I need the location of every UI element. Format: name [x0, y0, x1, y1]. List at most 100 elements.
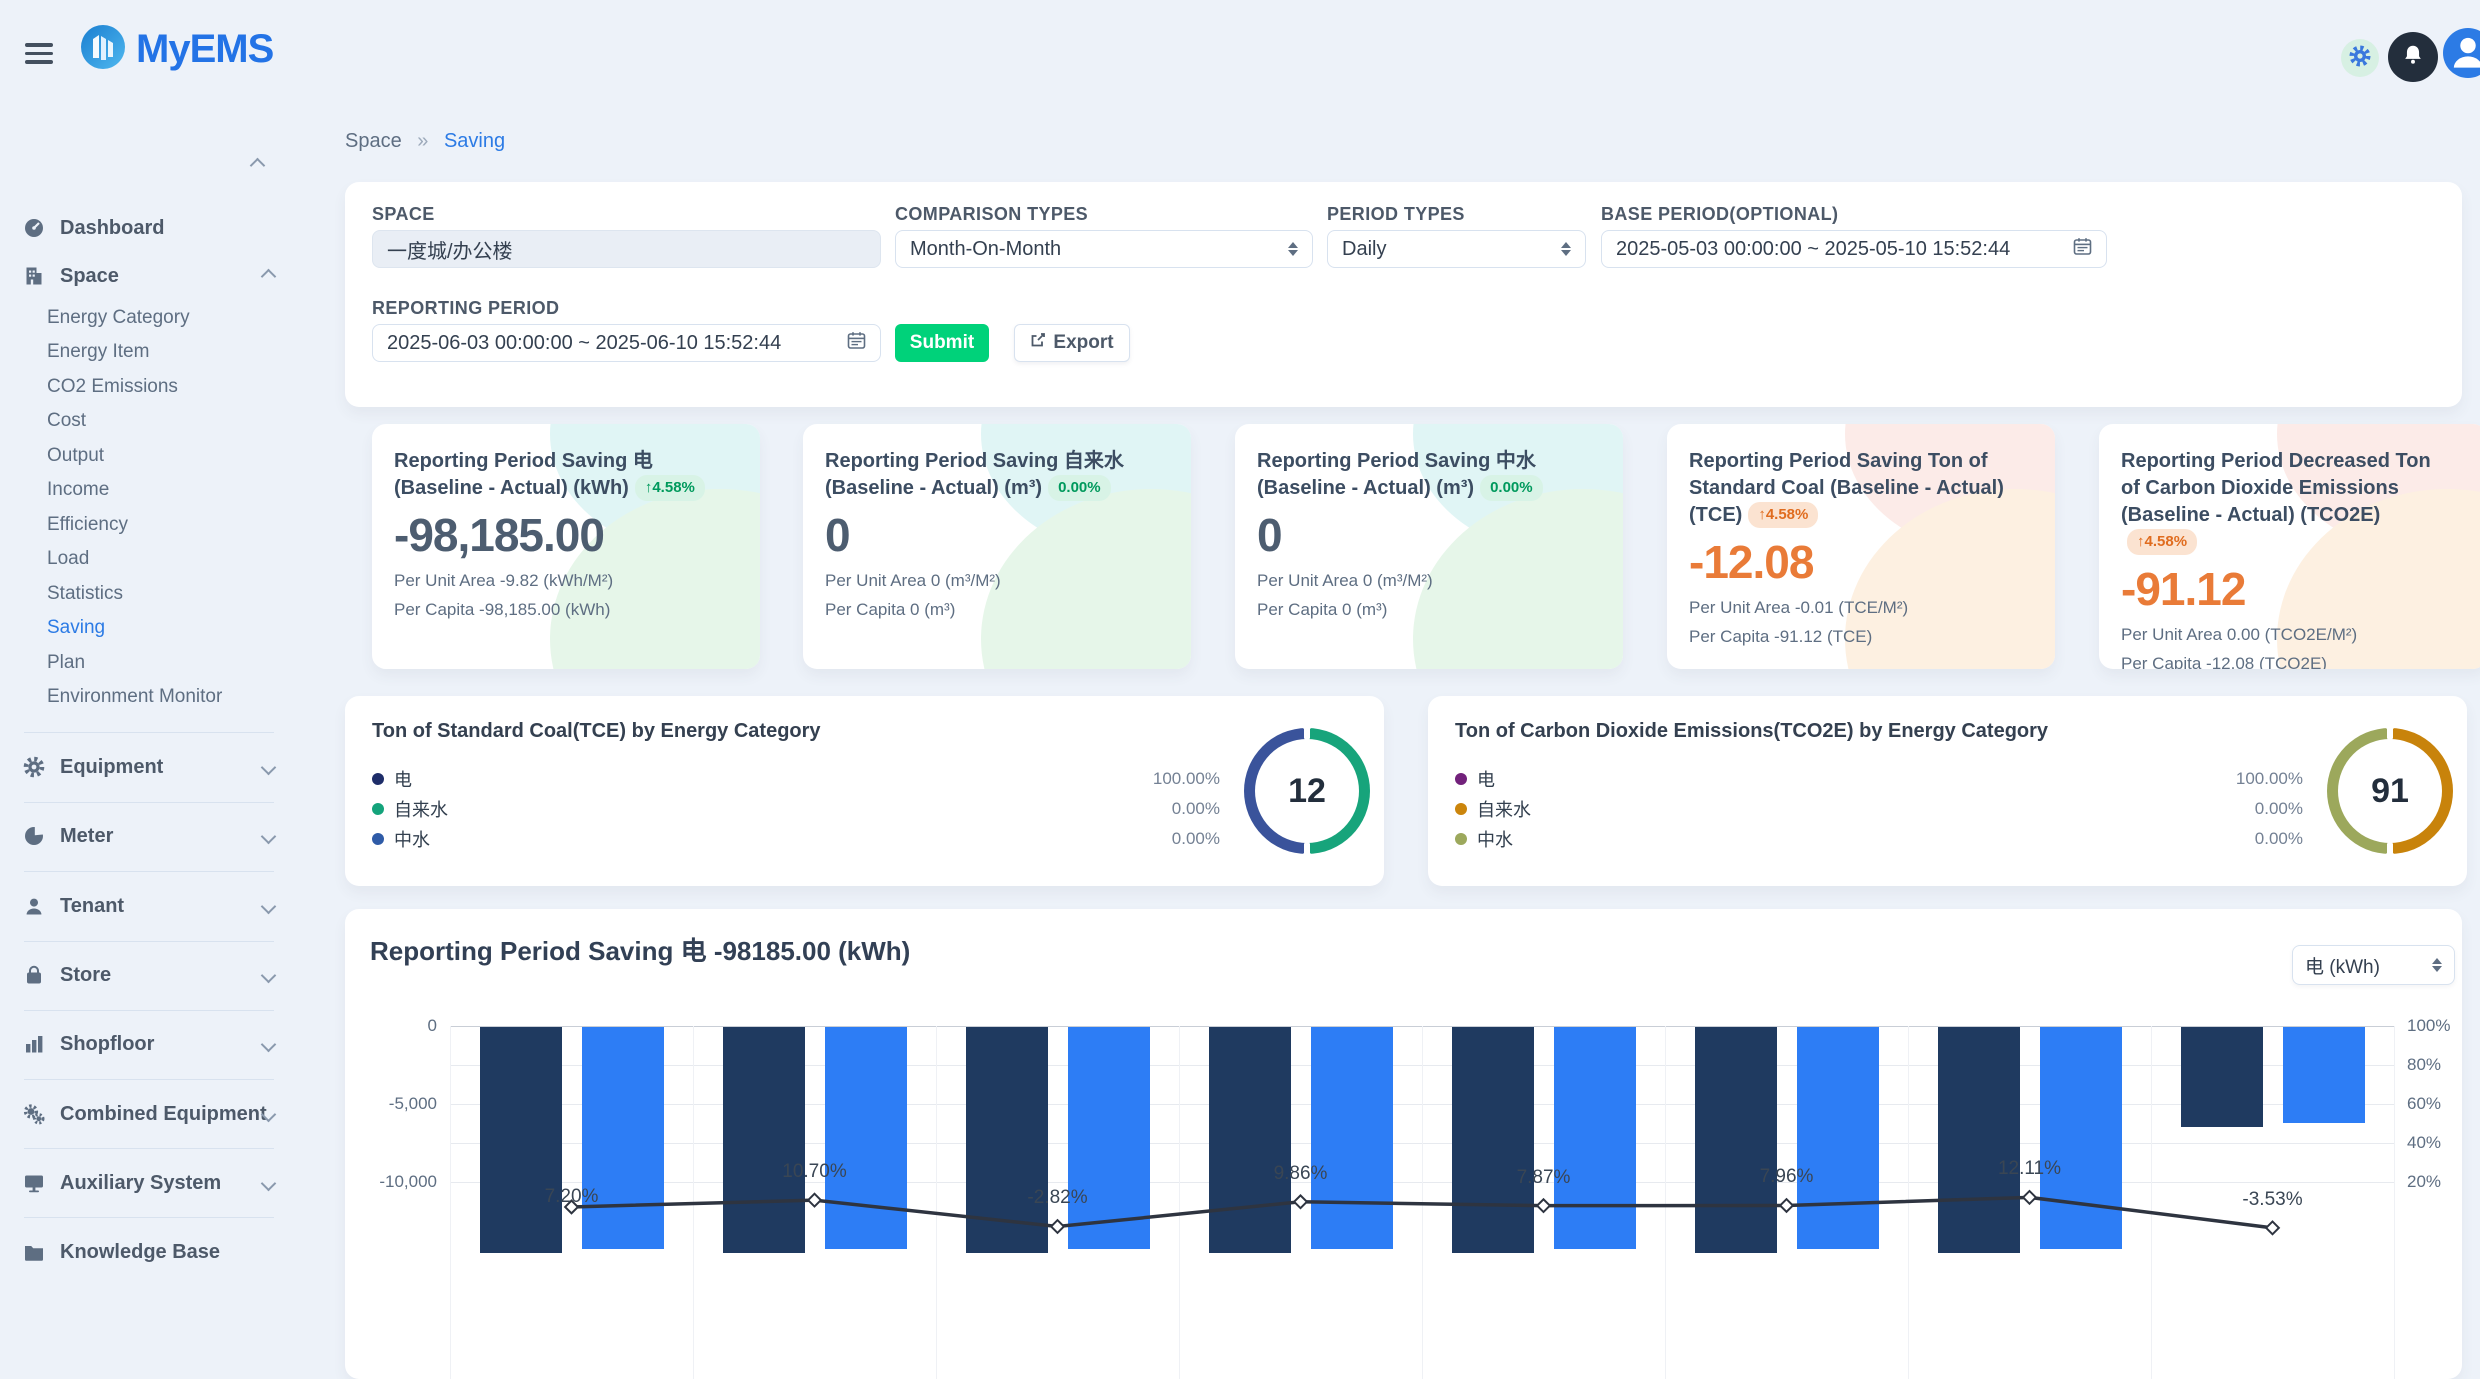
- line-marker: [808, 1194, 821, 1207]
- bell-icon: [2400, 42, 2426, 73]
- settings-gear-button[interactable]: [2341, 39, 2379, 77]
- divider: [24, 1010, 274, 1011]
- stat-card-title: Reporting Period Saving 中水 (Baseline - A…: [1257, 448, 1587, 502]
- brand-name: MyEMS: [136, 27, 273, 72]
- chevron-down-icon: [261, 898, 277, 914]
- person-icon: [2443, 28, 2480, 78]
- sidebar-item-space[interactable]: Space: [22, 256, 280, 296]
- sidebar-item-equipment[interactable]: Equipment: [22, 747, 280, 787]
- comparison-types-value: Month-On-Month: [910, 238, 1061, 261]
- comparison-types-select[interactable]: Month-On-Month: [895, 230, 1313, 268]
- sidebar-item-load[interactable]: Load: [47, 544, 277, 574]
- rate-label-6: 12.11%: [1998, 1158, 2061, 1180]
- building-icon: [22, 264, 46, 288]
- saving-bar-chart-card: Reporting Period Saving 电 -98185.00 (kWh…: [345, 909, 2462, 1379]
- stat-card-title: Reporting Period Saving 电 (Baseline - Ac…: [394, 448, 724, 502]
- legend-percentages: 100.00%0.00%0.00%: [2163, 764, 2303, 854]
- stat-card-value: 0: [1257, 508, 1587, 562]
- per-unit-area: Per Unit Area -9.82 (kWh/M²): [394, 571, 724, 591]
- donut-chart-title: Ton of Standard Coal(TCE) by Energy Cate…: [372, 720, 821, 743]
- submit-button[interactable]: Submit: [895, 324, 989, 362]
- per-capita: Per Capita -98,185.00 (kWh): [394, 600, 724, 620]
- export-button[interactable]: Export: [1014, 324, 1130, 362]
- period-types-select[interactable]: Daily: [1327, 230, 1586, 268]
- legend-item: 自来水: [1455, 794, 1531, 824]
- legend-percentages: 100.00%0.00%0.00%: [1080, 764, 1220, 854]
- legend-dot: [372, 833, 384, 845]
- line-marker: [1294, 1195, 1307, 1208]
- base-period-label: BASE PERIOD(OPTIONAL): [1601, 204, 1838, 225]
- period-types-label: PERIOD TYPES: [1327, 204, 1465, 225]
- per-unit-area: Per Unit Area 0 (m³/M²): [825, 571, 1155, 591]
- stat-card-value: -12.08: [1689, 535, 2019, 589]
- per-capita: Per Capita -91.12 (TCE): [1689, 627, 2019, 647]
- breadcrumb-current[interactable]: Saving: [444, 130, 505, 152]
- space-input[interactable]: 一度城/办公楼: [372, 230, 881, 268]
- legend-dot: [372, 803, 384, 815]
- sidebar-item-knowledge-base[interactable]: Knowledge Base: [22, 1232, 280, 1272]
- sidebar-item-tenant[interactable]: Tenant: [22, 886, 280, 926]
- sidebar-item-combined-equipment[interactable]: Combined Equipment: [22, 1094, 280, 1134]
- sidebar-item-auxiliary-system[interactable]: Auxiliary System: [22, 1163, 280, 1203]
- chevron-down-icon: [261, 1036, 277, 1052]
- sidebar-item-energy-category[interactable]: Energy Category: [47, 303, 277, 333]
- per-capita: Per Capita -12.08 (TCO2E): [2121, 654, 2451, 669]
- donut-center-value: 91: [2338, 739, 2442, 843]
- divider: [24, 1079, 274, 1080]
- sidebar-item-environment-monitor[interactable]: Environment Monitor: [47, 682, 277, 712]
- sidebar-item-meter[interactable]: Meter: [22, 816, 280, 856]
- sidebar-item-saving[interactable]: Saving: [47, 613, 277, 643]
- sidebar-item-plan[interactable]: Plan: [47, 648, 277, 678]
- status-badge: ↑4.58%: [1748, 502, 1818, 528]
- sidebar-item-cost[interactable]: Cost: [47, 406, 277, 436]
- user-avatar[interactable]: [2443, 28, 2480, 78]
- per-capita: Per Capita 0 (m³): [1257, 600, 1587, 620]
- tco2e-by-energy-category-card: Ton of Carbon Dioxide Emissions(TCO2E) b…: [1428, 696, 2467, 886]
- sidebar-item-statistics[interactable]: Statistics: [47, 579, 277, 609]
- select-arrows-icon: [1288, 242, 1298, 256]
- sidebar-item-energy-item[interactable]: Energy Item: [47, 337, 277, 367]
- notifications-button[interactable]: [2388, 32, 2438, 82]
- sidebar-item-store[interactable]: Store: [22, 955, 280, 995]
- stat-card-title: Reporting Period Saving Ton of Standard …: [1689, 448, 2019, 529]
- sidebar-collapse-toggle[interactable]: [252, 158, 263, 176]
- right-axis-tick: 80%: [2407, 1055, 2441, 1075]
- legend-dot: [1455, 773, 1467, 785]
- legend-item: 中水: [1455, 824, 1531, 854]
- breadcrumb-space-link[interactable]: Space: [345, 130, 402, 152]
- filter-form-card: SPACE 一度城/办公楼 COMPARISON TYPES Month-On-…: [345, 182, 2462, 407]
- folder-icon: [22, 1240, 46, 1264]
- tce-by-energy-category-card: Ton of Standard Coal(TCE) by Energy Cate…: [345, 696, 1384, 886]
- shopping-bag-icon: [22, 963, 46, 987]
- sidebar-nav: Dashboard Space Energy Category Energy I…: [0, 100, 297, 1208]
- sidebar-item-co2-emissions[interactable]: CO2 Emissions: [47, 372, 277, 402]
- rate-label-4: 7.87%: [1517, 1167, 1571, 1189]
- status-badge: ↑4.58%: [2127, 529, 2197, 555]
- reporting-period-value: 2025-06-03 00:00:00 ~ 2025-06-10 15:52:4…: [387, 332, 781, 355]
- sidebar-item-output[interactable]: Output: [47, 441, 277, 471]
- brand-logo[interactable]: MyEMS: [80, 24, 273, 75]
- rate-label-3: 9.86%: [1274, 1163, 1328, 1185]
- sidebar-item-income[interactable]: Income: [47, 475, 277, 505]
- donut-legend: 电 自来水 中水: [372, 764, 448, 854]
- reporting-period-input[interactable]: 2025-06-03 00:00:00 ~ 2025-06-10 15:52:4…: [372, 324, 881, 362]
- stat-card-value: 0: [825, 508, 1155, 562]
- space-field-label: SPACE: [372, 204, 435, 225]
- rate-label-1: 10.70%: [782, 1161, 846, 1183]
- space-input-value: 一度城/办公楼: [387, 235, 513, 264]
- status-badge: ↑4.58%: [635, 475, 705, 501]
- chevron-down-icon: [261, 1175, 277, 1191]
- stat-card-tce-saving: Reporting Period Saving Ton of Standard …: [1667, 424, 2055, 669]
- top-navbar: MyEMS: [0, 0, 2480, 100]
- hamburger-menu-icon[interactable]: [25, 43, 53, 69]
- sidebar-item-efficiency[interactable]: Efficiency: [47, 510, 277, 540]
- legend-dot: [1455, 833, 1467, 845]
- legend-item: 电: [372, 764, 448, 794]
- calendar-icon: [2073, 237, 2092, 262]
- period-types-value: Daily: [1342, 238, 1386, 261]
- sidebar-item-dashboard[interactable]: Dashboard: [22, 208, 280, 248]
- sidebar-item-label: Tenant: [60, 895, 124, 918]
- breadcrumb: Space » Saving: [345, 130, 505, 153]
- sidebar-item-shopfloor[interactable]: Shopfloor: [22, 1024, 280, 1064]
- base-period-input[interactable]: 2025-05-03 00:00:00 ~ 2025-05-10 15:52:4…: [1601, 230, 2107, 268]
